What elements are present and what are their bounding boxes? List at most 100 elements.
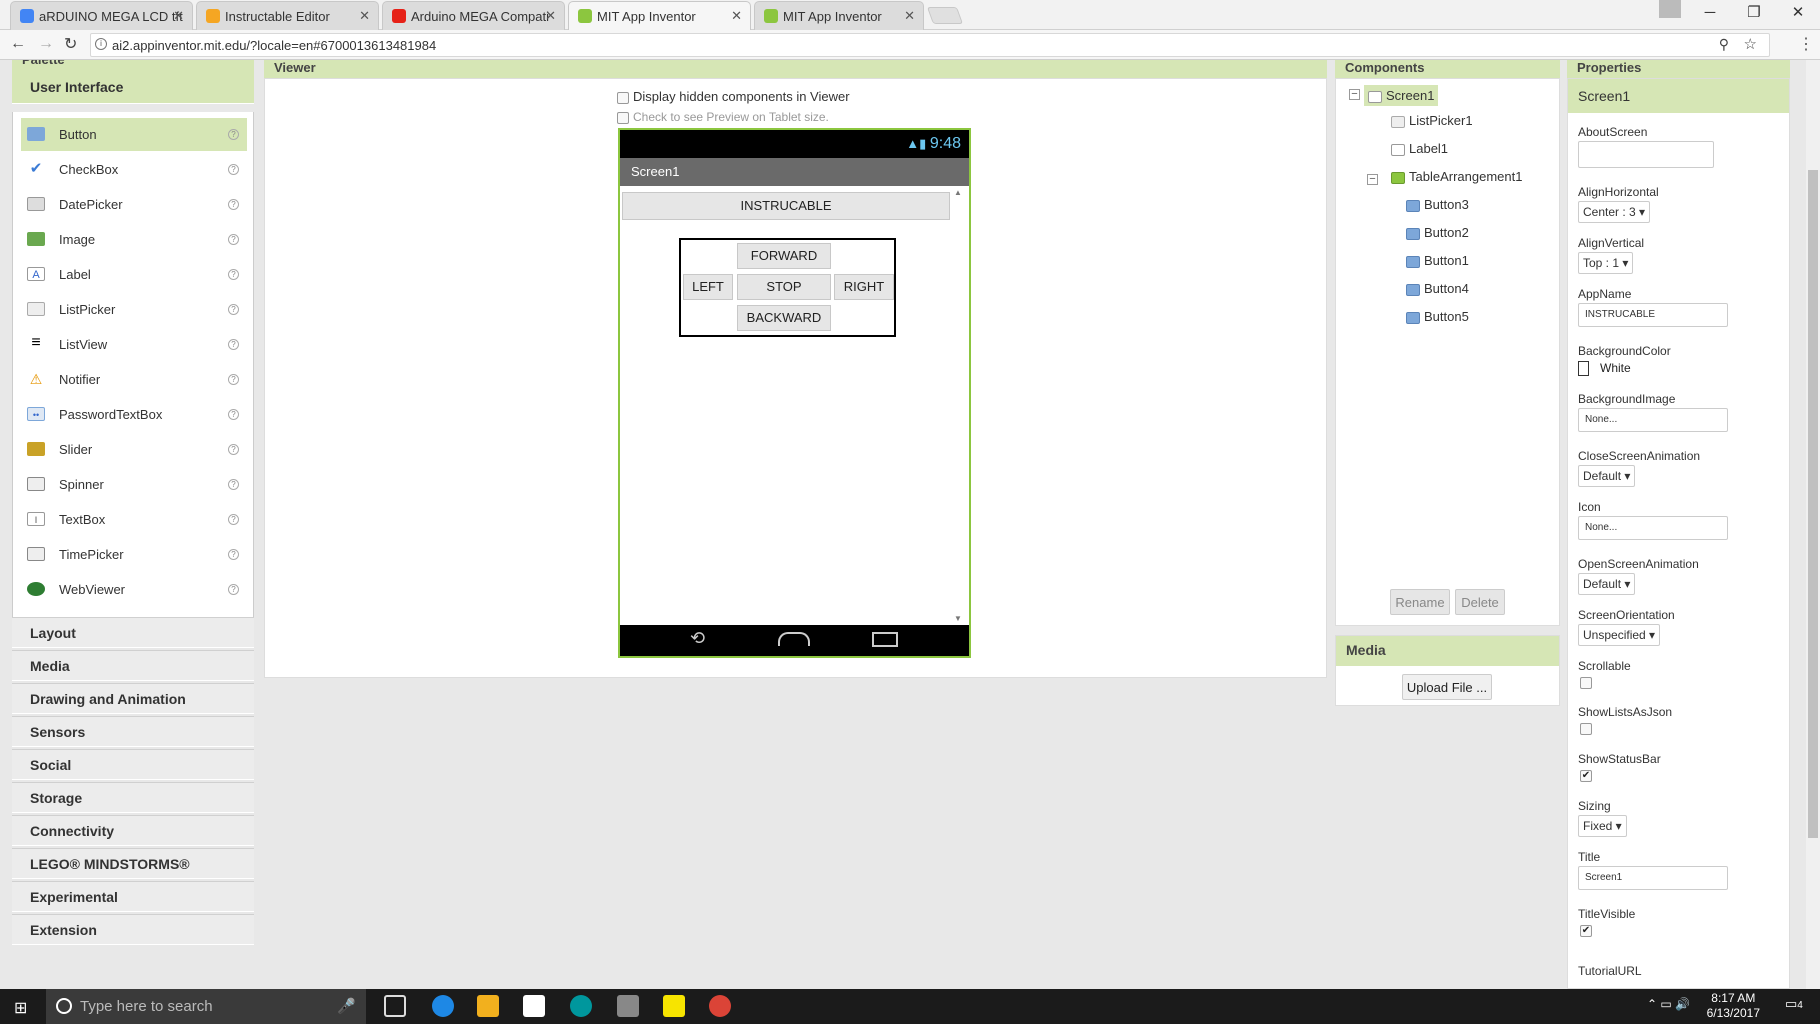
collapse-icon[interactable]: − bbox=[1349, 89, 1360, 100]
sizing-select[interactable]: Fixed ▾ bbox=[1578, 815, 1627, 837]
scroll-down-icon[interactable]: ▼ bbox=[954, 614, 962, 623]
background-color-picker[interactable]: White bbox=[1578, 361, 1631, 376]
tree-item-button3[interactable]: Button3 bbox=[1406, 197, 1469, 212]
tree-item-button2[interactable]: Button2 bbox=[1406, 225, 1469, 240]
checkbox[interactable] bbox=[617, 91, 629, 104]
close-animation-select[interactable]: Default ▾ bbox=[1578, 465, 1636, 487]
help-icon[interactable]: ? bbox=[228, 514, 239, 525]
category-user-interface[interactable]: User Interface bbox=[12, 72, 254, 104]
open-animation-select[interactable]: Default ▾ bbox=[1578, 573, 1636, 595]
backward-button[interactable]: BACKWARD bbox=[737, 305, 831, 331]
category-sensors[interactable]: Sensors bbox=[12, 716, 254, 747]
scrollable-checkbox[interactable] bbox=[1580, 677, 1592, 689]
file-explorer-icon[interactable] bbox=[477, 995, 499, 1017]
tree-item-screen1[interactable]: Screen1 bbox=[1364, 85, 1439, 106]
forward-icon[interactable]: → bbox=[38, 35, 54, 53]
tree-item-tablearrangement1[interactable]: TableArrangement1 bbox=[1391, 169, 1522, 184]
show-status-bar-checkbox[interactable]: ✔ bbox=[1580, 770, 1592, 782]
tree-item-button1[interactable]: Button1 bbox=[1406, 253, 1469, 268]
edge-icon[interactable] bbox=[432, 995, 454, 1017]
screen-orientation-select[interactable]: Unspecified ▾ bbox=[1578, 624, 1661, 646]
close-tab-icon[interactable]: ✕ bbox=[545, 8, 556, 24]
close-tab-icon[interactable]: ✕ bbox=[904, 8, 915, 24]
right-button[interactable]: RIGHT bbox=[834, 274, 894, 300]
palette-item-passwordtextbox[interactable]: •• PasswordTextBox? bbox=[21, 398, 247, 431]
palette-item-textbox[interactable]: I TextBox? bbox=[21, 503, 247, 536]
reload-icon[interactable]: ↻ bbox=[64, 34, 77, 54]
help-icon[interactable]: ? bbox=[228, 479, 239, 490]
category-layout[interactable]: Layout bbox=[12, 617, 254, 648]
category-connectivity[interactable]: Connectivity bbox=[12, 815, 254, 846]
palette-item-timepicker[interactable]: TimePicker? bbox=[21, 538, 247, 571]
zoom-icon[interactable]: ⚲ bbox=[1719, 36, 1729, 53]
browser-tab[interactable]: aRDUINO MEGA LCD tft ✕ bbox=[10, 1, 193, 30]
palette-item-image[interactable]: Image? bbox=[21, 223, 247, 256]
category-experimental[interactable]: Experimental bbox=[12, 881, 254, 912]
palette-item-checkbox[interactable]: ✔ CheckBox? bbox=[21, 153, 247, 186]
title-input[interactable]: Screen1 bbox=[1578, 866, 1728, 890]
help-icon[interactable]: ? bbox=[228, 339, 239, 350]
align-vertical-select[interactable]: Top : 1 ▾ bbox=[1578, 252, 1634, 274]
help-icon[interactable]: ? bbox=[228, 164, 239, 175]
page-scrollbar-thumb[interactable] bbox=[1808, 170, 1818, 838]
title-visible-checkbox[interactable]: ✔ bbox=[1580, 925, 1592, 937]
sticky-notes-icon[interactable] bbox=[663, 995, 685, 1017]
app-icon[interactable] bbox=[617, 995, 639, 1017]
close-window-icon[interactable]: ✕ bbox=[1776, 0, 1820, 28]
help-icon[interactable]: ? bbox=[228, 269, 239, 280]
chrome-icon[interactable] bbox=[709, 995, 731, 1017]
help-icon[interactable]: ? bbox=[228, 304, 239, 315]
minimize-icon[interactable]: ─ bbox=[1688, 0, 1732, 28]
collapse-icon[interactable]: − bbox=[1367, 174, 1378, 185]
browser-tab[interactable]: Arduino MEGA Compati ✕ bbox=[382, 1, 565, 30]
category-social[interactable]: Social bbox=[12, 749, 254, 780]
taskbar-clock[interactable]: 8:17 AM 6/13/2017 bbox=[1707, 991, 1760, 1021]
stop-button[interactable]: STOP bbox=[737, 274, 831, 300]
help-icon[interactable]: ? bbox=[228, 549, 239, 560]
tree-item-listpicker1[interactable]: ListPicker1 bbox=[1391, 113, 1473, 128]
tablet-preview-checkbox[interactable]: Check to see Preview on Tablet size. bbox=[617, 110, 829, 124]
help-icon[interactable]: ? bbox=[228, 234, 239, 245]
new-tab-button[interactable] bbox=[926, 7, 964, 24]
appname-input[interactable]: INSTRUCABLE bbox=[1578, 303, 1728, 327]
palette-item-label[interactable]: A Label? bbox=[21, 258, 247, 291]
icon-picker[interactable]: None... bbox=[1578, 516, 1728, 540]
category-drawing-animation[interactable]: Drawing and Animation bbox=[12, 683, 254, 714]
display-hidden-checkbox[interactable]: Display hidden components in Viewer bbox=[617, 89, 850, 104]
windows-start-icon[interactable]: ⊞ bbox=[14, 998, 27, 1018]
palette-item-notifier[interactable]: ⚠ Notifier? bbox=[21, 363, 247, 396]
palette-item-listview[interactable]: ≡ ListView? bbox=[21, 328, 247, 361]
microphone-icon[interactable]: 🎤 bbox=[337, 997, 356, 1015]
tray-icons[interactable]: ⌃ ▭ 🔊 bbox=[1647, 997, 1690, 1011]
arduino-icon[interactable] bbox=[570, 995, 592, 1017]
upload-file-button[interactable]: Upload File ... bbox=[1402, 674, 1492, 700]
close-tab-icon[interactable]: ✕ bbox=[731, 8, 742, 24]
close-tab-icon[interactable]: ✕ bbox=[359, 8, 370, 24]
help-icon[interactable]: ? bbox=[228, 584, 239, 595]
browser-tab[interactable]: MIT App Inventor ✕ bbox=[754, 1, 924, 30]
help-icon[interactable]: ? bbox=[228, 129, 239, 140]
url-text[interactable]: ai2.appinventor.mit.edu/?locale=en#67000… bbox=[112, 38, 436, 53]
palette-item-spinner[interactable]: Spinner? bbox=[21, 468, 247, 501]
scroll-up-icon[interactable]: ▲ bbox=[954, 188, 962, 197]
tree-item-button5[interactable]: Button5 bbox=[1406, 309, 1469, 324]
browser-tab[interactable]: Instructable Editor ✕ bbox=[196, 1, 379, 30]
palette-item-webviewer[interactable]: WebViewer? bbox=[21, 573, 247, 606]
bookmark-star-icon[interactable]: ☆ bbox=[1744, 35, 1757, 53]
maximize-icon[interactable]: ❐ bbox=[1732, 0, 1776, 28]
notification-icon[interactable]: ▭4 bbox=[1785, 996, 1803, 1012]
store-icon[interactable] bbox=[523, 995, 545, 1017]
category-storage[interactable]: Storage bbox=[12, 782, 254, 813]
browser-tab-active[interactable]: MIT App Inventor ✕ bbox=[568, 1, 751, 31]
tree-item-button4[interactable]: Button4 bbox=[1406, 281, 1469, 296]
profile-icon[interactable] bbox=[1659, 0, 1681, 18]
forward-button[interactable]: FORWARD bbox=[737, 243, 831, 269]
palette-item-slider[interactable]: Slider? bbox=[21, 433, 247, 466]
category-media[interactable]: Media bbox=[12, 650, 254, 681]
info-icon[interactable]: i bbox=[95, 38, 107, 50]
back-icon[interactable]: ← bbox=[10, 35, 26, 53]
menu-icon[interactable]: ⋮ bbox=[1798, 34, 1814, 54]
phone-scrollbar[interactable]: ▲ ▼ bbox=[951, 186, 965, 625]
help-icon[interactable]: ? bbox=[228, 199, 239, 210]
help-icon[interactable]: ? bbox=[228, 409, 239, 420]
